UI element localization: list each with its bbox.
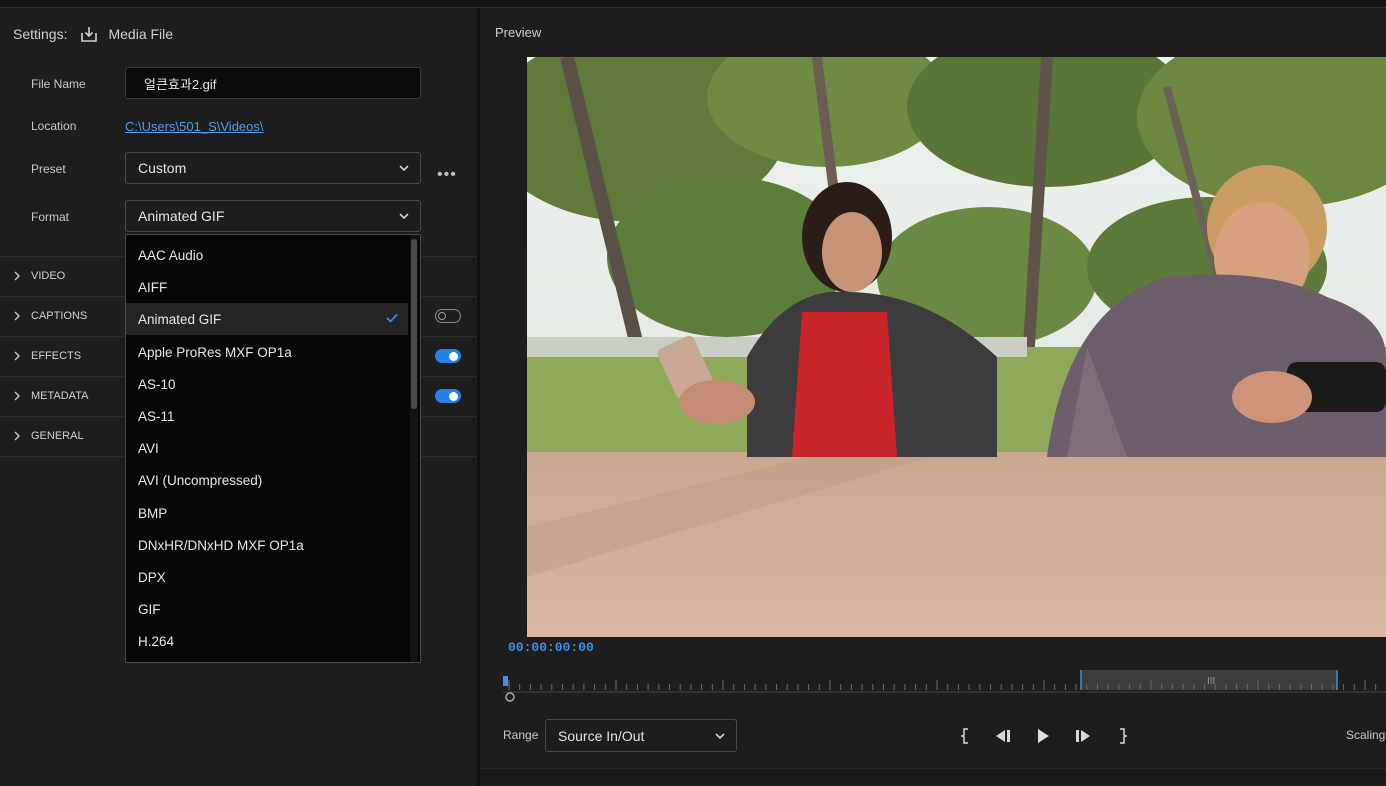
play-icon bbox=[1038, 729, 1049, 743]
option-label: AVI (Uncompressed) bbox=[138, 472, 263, 488]
option-label: AAC Audio bbox=[138, 247, 204, 263]
section-label: GENERAL bbox=[31, 430, 84, 442]
range-label: Range bbox=[503, 728, 539, 742]
step-forward-button[interactable] bbox=[1072, 726, 1094, 746]
file-name-label: File Name bbox=[31, 77, 86, 91]
settings-header: Settings: Media File bbox=[13, 25, 173, 43]
more-horizontal-icon[interactable]: ••• bbox=[437, 166, 457, 184]
format-label: Format bbox=[31, 210, 70, 224]
location-label: Location bbox=[31, 119, 77, 133]
video-preview-frame bbox=[527, 57, 1386, 637]
top-strip bbox=[0, 0, 1386, 8]
captions-toggle[interactable] bbox=[435, 309, 461, 323]
range-select[interactable]: Source In/Out bbox=[545, 719, 737, 752]
format-value: Animated GIF bbox=[138, 208, 225, 224]
format-option[interactable]: AS-10 bbox=[126, 368, 408, 400]
download-tray-icon bbox=[81, 27, 98, 42]
chevron-right-icon bbox=[14, 311, 20, 321]
step-forward-icon bbox=[1076, 730, 1090, 742]
mark-in-button[interactable] bbox=[955, 726, 977, 746]
section-label: CAPTIONS bbox=[31, 310, 88, 322]
format-option[interactable]: BMP bbox=[126, 497, 408, 529]
metadata-toggle[interactable] bbox=[435, 389, 461, 403]
option-label: AVI bbox=[138, 440, 159, 456]
format-option[interactable]: DNxHR/DNxHD MXF OP1a bbox=[126, 529, 408, 561]
section-label: EFFECTS bbox=[31, 350, 82, 362]
preset-select[interactable]: Custom bbox=[125, 152, 421, 184]
option-label: AS-11 bbox=[138, 408, 175, 424]
mark-in-icon bbox=[960, 728, 968, 744]
format-option[interactable]: DPX bbox=[126, 561, 408, 593]
step-back-button[interactable] bbox=[992, 726, 1014, 746]
option-label: H.264 bbox=[138, 633, 175, 649]
svg-text:III: III bbox=[1207, 676, 1215, 687]
effects-toggle[interactable] bbox=[435, 349, 461, 363]
section-general[interactable]: GENERAL bbox=[12, 430, 84, 442]
scaling-label[interactable]: Scaling bbox=[1346, 728, 1385, 742]
format-select[interactable]: Animated GIF bbox=[125, 200, 421, 232]
mark-out-button[interactable] bbox=[1111, 726, 1133, 746]
option-label: GIF bbox=[138, 601, 161, 617]
section-label: VIDEO bbox=[31, 270, 66, 282]
video-frame-illustration bbox=[527, 57, 1386, 637]
dropdown-scrollbar[interactable] bbox=[411, 239, 417, 409]
chevron-right-icon bbox=[14, 431, 20, 441]
section-metadata[interactable]: METADATA bbox=[12, 390, 88, 402]
option-label: Apple ProRes MXF OP1a bbox=[138, 344, 292, 360]
checkmark-icon bbox=[386, 313, 398, 323]
preset-value: Custom bbox=[138, 160, 187, 176]
option-label: AIFF bbox=[138, 279, 168, 295]
option-label: Animated GIF bbox=[138, 311, 222, 327]
format-option[interactable]: AIFF bbox=[126, 271, 408, 303]
format-option[interactable]: Apple ProRes MXF OP1a bbox=[126, 336, 408, 368]
preview-title: Preview bbox=[495, 25, 542, 40]
section-effects[interactable]: EFFECTS bbox=[12, 350, 81, 362]
timeline-ruler: III bbox=[503, 670, 1386, 702]
option-label: DPX bbox=[138, 569, 166, 585]
section-video[interactable]: VIDEO bbox=[12, 270, 65, 282]
section-label: METADATA bbox=[31, 390, 89, 402]
option-label: BMP bbox=[138, 505, 168, 521]
chevron-down-icon bbox=[399, 213, 409, 220]
range-value: Source In/Out bbox=[558, 727, 645, 744]
format-option[interactable]: AVI (Uncompressed) bbox=[126, 464, 408, 496]
chevron-down-icon bbox=[715, 733, 725, 740]
timecode-display[interactable]: 00:00:00:00 bbox=[508, 640, 594, 655]
format-option[interactable]: H.264 bbox=[126, 625, 408, 657]
format-option-selected[interactable]: Animated GIF bbox=[126, 303, 408, 335]
format-option[interactable]: AAC Audio bbox=[126, 239, 408, 271]
play-button[interactable] bbox=[1032, 726, 1054, 746]
chevron-right-icon bbox=[14, 271, 20, 281]
format-option[interactable]: AVI bbox=[126, 432, 408, 464]
step-back-icon bbox=[996, 730, 1010, 742]
chevron-right-icon bbox=[14, 391, 20, 401]
settings-label: Settings: bbox=[13, 26, 68, 42]
format-option[interactable]: AS-11 bbox=[126, 400, 408, 432]
option-label: AS-10 bbox=[138, 376, 176, 392]
location-link[interactable]: C:\Users\501_S\Videos\ bbox=[125, 119, 264, 134]
format-option[interactable]: GIF bbox=[126, 593, 408, 625]
file-name-input[interactable]: 얼큰효과2.gif bbox=[125, 67, 421, 99]
mark-out-icon bbox=[1120, 728, 1128, 744]
bottom-bar bbox=[480, 768, 1386, 786]
settings-source: Media File bbox=[108, 26, 174, 42]
format-dropdown-list[interactable]: AAC Audio AIFF Animated GIF Apple ProRes… bbox=[125, 234, 421, 663]
preset-label: Preset bbox=[31, 162, 66, 176]
option-label: DNxHR/DNxHD MXF OP1a bbox=[138, 537, 304, 553]
timeline-scrubber[interactable]: III bbox=[503, 668, 1386, 702]
chevron-down-icon bbox=[399, 165, 409, 172]
section-captions[interactable]: CAPTIONS bbox=[12, 310, 87, 322]
chevron-right-icon bbox=[14, 351, 20, 361]
